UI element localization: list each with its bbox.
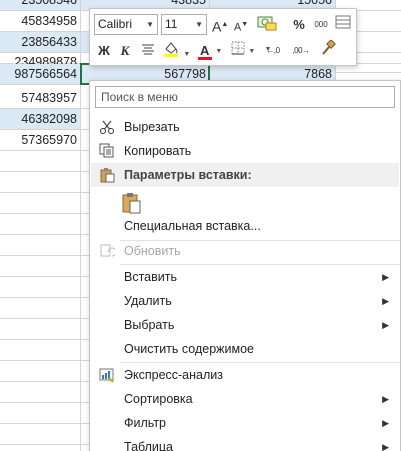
font-size-dropdown[interactable]: 11 ▼ (161, 14, 207, 35)
menu-item-label: Параметры вставки: (124, 168, 252, 182)
format-painter-button[interactable] (318, 39, 338, 61)
fill-bucket-icon (163, 42, 178, 57)
borders-button[interactable]: ▼ (229, 40, 257, 61)
font-color-bar (197, 57, 212, 60)
paste-option-paste[interactable] (91, 189, 399, 217)
chevron-down-icon: ▼ (183, 51, 191, 59)
cell-a[interactable]: 57365970 (0, 130, 80, 150)
align-center-icon (142, 44, 154, 55)
menu-item-cut[interactable]: Вырезать (91, 115, 399, 139)
menu-item-label: Вставить (124, 270, 177, 284)
cell-a[interactable]: 57483957 (0, 88, 80, 108)
menu-item-label: Сортировка (124, 392, 193, 406)
submenu-arrow-icon: ▶ (382, 394, 389, 404)
table-format-icon (335, 15, 351, 29)
font-name-value: Calibri (98, 17, 133, 31)
font-color-button[interactable]: A ▼ (196, 40, 224, 61)
mini-toolbar: Calibri ▼ 11 ▼ A▲ A▼ ▼ % 000 Ж К ▼ A ▼ ▼… (89, 8, 357, 66)
menu-item-label: Вырезать (124, 120, 180, 134)
menu-item-label: Копировать (124, 144, 192, 158)
bold-button[interactable]: Ж (96, 40, 112, 61)
increase-font-icon: A (212, 18, 222, 35)
menu-item-sort[interactable]: Сортировка ▶ (91, 387, 399, 411)
bold-icon: Ж (98, 43, 110, 58)
chevron-down-icon: ▼ (195, 20, 203, 29)
mini-toolbar-row-1: Calibri ▼ 11 ▼ A▲ A▼ ▼ % 000 (90, 12, 356, 53)
menu-item-label: Экспресс-анализ (124, 368, 223, 382)
format-painter-icon (322, 39, 336, 55)
menu-header-paste-options: Параметры вставки: (91, 163, 399, 187)
excel-window: 23508546 43835 15056 45834958 23856433 2… (0, 0, 401, 451)
cell-a[interactable]: 45834958 (0, 11, 80, 31)
menu-item-label: Таблица (124, 440, 174, 451)
format-as-table-button[interactable] (334, 14, 352, 35)
clipboard-paste-icon (121, 189, 141, 217)
menu-item-insert[interactable]: Вставить ▶ (91, 265, 399, 289)
context-menu: Поиск в меню Вырезать Копировать Парамет… (89, 80, 401, 451)
italic-icon: К (120, 43, 130, 58)
menu-search-input[interactable]: Поиск в меню (95, 86, 395, 108)
paste-options-icon (97, 163, 117, 187)
refresh-icon (97, 239, 117, 263)
menu-item-label: Очистить содержимое (124, 342, 254, 356)
fill-color-button[interactable]: ▼ (161, 40, 191, 61)
font-color-icon: A (200, 43, 210, 58)
scissors-icon (97, 115, 117, 139)
accounting-format-button[interactable]: ▼ (253, 14, 283, 53)
font-size-value: 11 (165, 17, 178, 31)
submenu-arrow-icon: ▶ (382, 296, 389, 306)
menu-item-copy[interactable]: Копировать (91, 139, 399, 163)
cell-a[interactable]: 987566564 (0, 64, 80, 84)
copy-icon (97, 139, 117, 163)
submenu-arrow-icon: ▶ (382, 418, 389, 428)
cell-a[interactable]: 46382098 (0, 109, 80, 129)
menu-item-label: Выбрать (124, 318, 175, 332)
currency-icon (257, 16, 277, 31)
thousands-separator-icon: 000 (314, 20, 328, 29)
increase-font-size-button[interactable]: A▲ (212, 14, 228, 35)
comma-style-button[interactable]: 000 (312, 14, 330, 35)
submenu-arrow-icon: ▶ (382, 442, 389, 451)
percent-icon: % (293, 17, 305, 32)
align-center-button[interactable] (138, 40, 158, 61)
cell-a[interactable]: 23508546 (0, 0, 80, 10)
menu-item-label: Специальная вставка... (124, 219, 261, 233)
decrease-font-size-button[interactable]: A▼ (233, 14, 249, 35)
submenu-arrow-icon: ▶ (382, 272, 389, 282)
increase-decimal-button[interactable]: ←,0 (262, 40, 284, 61)
chevron-down-icon: ▼ (248, 48, 256, 56)
decrease-decimal-icon: ,00→ (292, 46, 310, 55)
menu-search-placeholder: Поиск в меню (101, 90, 178, 104)
menu-item-label: Фильтр (124, 416, 166, 430)
cell-a[interactable]: 23856433 (0, 32, 80, 52)
font-name-dropdown[interactable]: Calibri ▼ (94, 14, 158, 35)
menu-item-paste-special[interactable]: Специальная вставка... (91, 214, 399, 238)
increase-decimal-icon: ←,0 (266, 46, 280, 55)
decrease-decimal-button[interactable]: ,00→ (289, 40, 313, 61)
menu-item-select[interactable]: Выбрать ▶ (91, 313, 399, 337)
quick-analysis-icon (97, 363, 117, 387)
menu-item-refresh: Обновить (91, 239, 399, 263)
percent-style-button[interactable]: % (291, 14, 307, 35)
menu-item-clear-contents[interactable]: Очистить содержимое (91, 337, 399, 361)
menu-item-table[interactable]: Таблица ▶ (91, 435, 399, 451)
menu-item-label: Удалить (124, 294, 172, 308)
borders-icon (231, 41, 245, 55)
chevron-down-icon: ▼ (146, 20, 154, 29)
menu-item-quick-analysis[interactable]: Экспресс-анализ (91, 363, 399, 387)
mini-toolbar-row-2: Ж К ▼ A ▼ ▼ ←,0 ,00→ (90, 38, 356, 64)
menu-item-filter[interactable]: Фильтр ▶ (91, 411, 399, 435)
menu-item-label: Обновить (124, 244, 181, 258)
italic-button[interactable]: К (117, 40, 133, 61)
submenu-arrow-icon: ▶ (382, 320, 389, 330)
chevron-down-icon: ▼ (215, 48, 223, 56)
menu-item-delete[interactable]: Удалить ▶ (91, 289, 399, 313)
